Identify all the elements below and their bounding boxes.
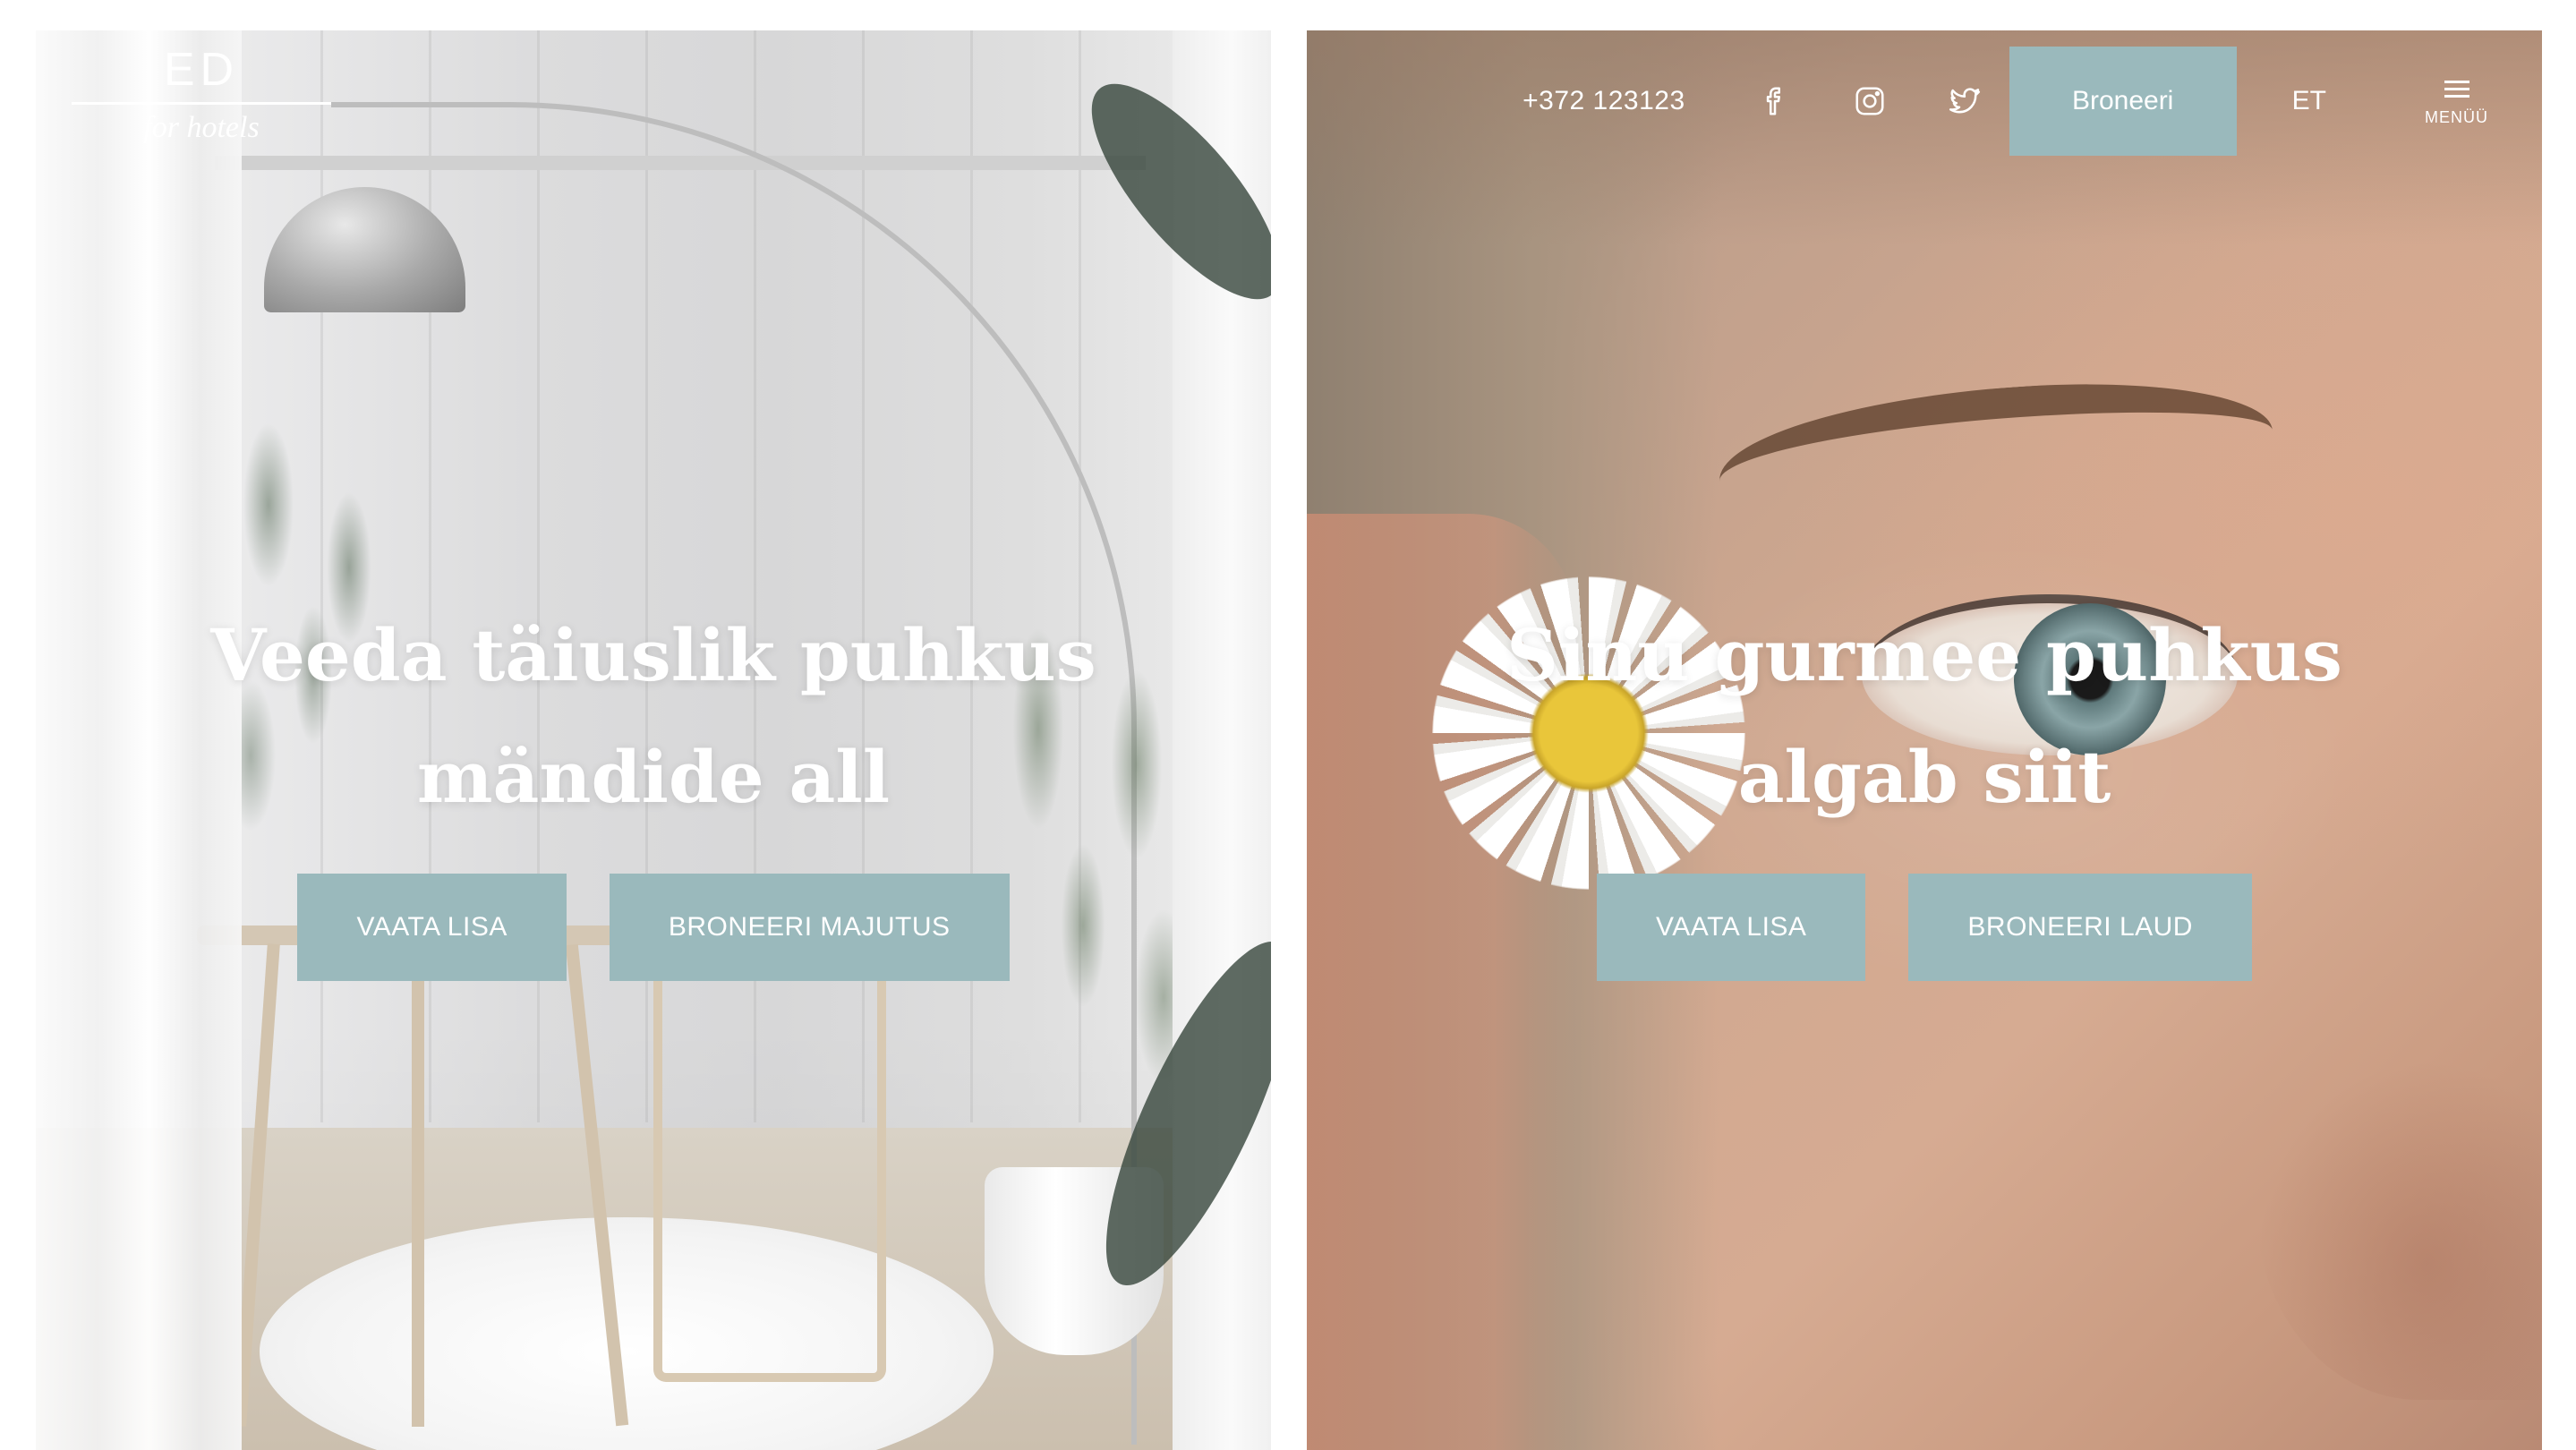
- hero-buttons: VAATA LISA BRONEERI MAJUTUS: [36, 874, 1271, 981]
- menu-button[interactable]: MENÜÜ: [2425, 76, 2488, 127]
- hero-title-line: algab siit: [1737, 735, 2111, 819]
- hero-buttons: VAATA LISA BRONEERI LAUD: [1307, 874, 2542, 981]
- book-button[interactable]: Broneeri: [2009, 47, 2237, 156]
- book-table-button[interactable]: BRONEERI LAUD: [1908, 874, 2252, 981]
- see-more-button[interactable]: VAATA LISA: [297, 874, 567, 981]
- language-switcher[interactable]: ET: [2292, 86, 2326, 116]
- menu-label: MENÜÜ: [2425, 107, 2488, 126]
- twitter-icon[interactable]: [1947, 83, 1983, 119]
- see-more-button[interactable]: VAATA LISA: [1597, 874, 1866, 981]
- hero-title-line: Sinu gurmee puhkus: [1506, 613, 2342, 697]
- hero-accommodation: Veeda täiuslik puhkus mändide all VAATA …: [36, 594, 1271, 981]
- book-accommodation-button[interactable]: BRONEERI MAJUTUS: [609, 874, 1010, 981]
- logo-mark: ED: [163, 44, 240, 96]
- top-navigation: +372 123123 Broneeri ET MENÜÜ: [1307, 47, 2542, 156]
- instagram-icon[interactable]: [1852, 83, 1888, 119]
- hero-title: Veeda täiuslik puhkus mändide all: [36, 594, 1271, 838]
- facebook-icon[interactable]: [1757, 83, 1793, 119]
- table-leg: [412, 943, 424, 1427]
- hamburger-icon: [2444, 80, 2469, 98]
- hero-title-line: mändide all: [416, 735, 891, 819]
- accommodation-panel: ED for hotels Veeda täiuslik puhkus mänd…: [36, 30, 1271, 1450]
- logo-subtitle: for hotels: [143, 111, 260, 144]
- restaurant-panel: +372 123123 Broneeri ET MENÜÜ Sinu gurme…: [1307, 30, 2542, 1450]
- hero-title-line: Veeda täiuslik puhkus: [210, 613, 1096, 697]
- hero-restaurant: Sinu gurmee puhkus algab siit VAATA LISA…: [1307, 594, 2542, 981]
- logo[interactable]: ED for hotels: [72, 45, 331, 170]
- hero-title: Sinu gurmee puhkus algab siit: [1307, 594, 2542, 838]
- logo-divider: [72, 102, 331, 105]
- phone-number[interactable]: +372 123123: [1523, 86, 1685, 116]
